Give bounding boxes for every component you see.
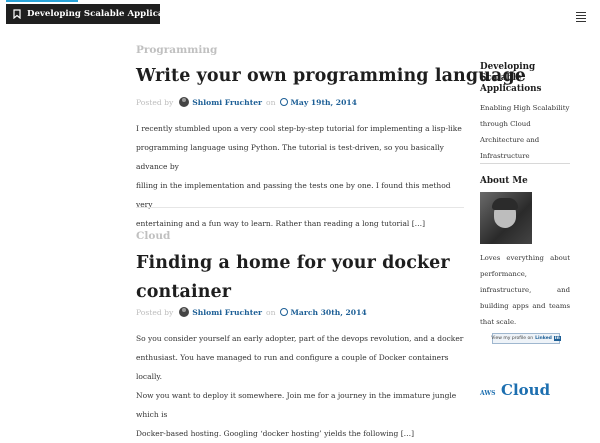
excerpt-line: enthusiast. You have managed to run and … [136,353,449,381]
tagline-line: Enabling High Scalability [480,104,570,112]
post-category[interactable]: Cloud [136,230,170,242]
tag-link[interactable]: AWS [480,390,495,397]
linkedin-badge-text: View my profile on [491,336,534,341]
sidebar-title-line[interactable]: Developing [480,62,542,73]
post-title[interactable]: Write your own programming language [136,62,526,91]
linkedin-brand: Linked [535,336,552,341]
on-label: on [266,97,276,107]
sidebar-divider [480,163,570,164]
tagline-line: Infrastructure [480,152,530,160]
excerpt-line: entertaining and a fun way to learn. Rat… [136,219,426,228]
post-date[interactable]: March 30th, 2014 [291,308,367,317]
post-meta: Posted by Shlomi Fruchter on March 30th,… [136,307,367,317]
about-line: building apps and teams [480,302,570,310]
linkedin-in-icon: in [553,336,561,341]
post-excerpt: I recently stumbled upon a very cool ste… [136,119,466,233]
tag-cloud: AWS Cloud [480,380,550,399]
excerpt-line: Docker-based hosting. Googling ‘docker h… [136,429,415,438]
post-title-line[interactable]: container [136,278,450,307]
post-divider [136,207,464,208]
post-meta: Posted by Shlomi Fruchter on May 19th, 2… [136,97,357,107]
excerpt-line: So you consider yourself an early adopte… [136,334,464,343]
post-date[interactable]: May 19th, 2014 [291,98,357,107]
accent-line [6,0,78,2]
tag-link[interactable]: Cloud [501,381,550,399]
tagline-line: through Cloud [480,120,531,128]
clock-icon [279,98,288,106]
excerpt-line: Now you want to deploy it somewhere. Joi… [136,391,457,419]
on-label: on [266,307,276,317]
author-link[interactable]: Shlomi Fruchter [192,98,262,107]
bookmark-icon [13,9,21,20]
linkedin-profile-badge[interactable]: View my profile on Linked in [491,333,561,344]
post-title[interactable]: Finding a home for your docker container [136,249,450,307]
about-line: that scale. [480,318,517,326]
sidebar-blog-title[interactable]: Developing Scalable Applications [480,62,542,95]
hamburger-menu-icon[interactable] [576,12,586,22]
about-line: Loves everything about [480,254,570,262]
author-avatar [179,97,190,107]
about-title: About Me [480,176,528,186]
post-category[interactable]: Programming [136,44,217,56]
site-title-bar[interactable]: Developing Scalable Applications [6,0,188,24]
sidebar-title-line[interactable]: Scalable [480,73,542,84]
about-text: Loves everything about performance, infr… [480,250,570,330]
posted-by-label: Posted by [136,97,174,107]
about-line: performance, [480,270,527,278]
posted-by-label: Posted by [136,307,174,317]
sidebar-tagline: Enabling High Scalability through Cloud … [480,100,570,164]
about-line: infrastructure, and [480,286,570,294]
clock-icon [279,308,288,316]
excerpt-line: programming language using Python. The t… [136,143,444,171]
author-avatar [179,307,190,317]
site-title[interactable]: Developing Scalable Applications [27,9,188,19]
post-title-line[interactable]: Finding a home for your docker [136,249,450,278]
post-excerpt: So you consider yourself an early adopte… [136,329,466,443]
profile-photo [480,192,532,244]
sidebar-title-line[interactable]: Applications [480,84,542,95]
excerpt-line: I recently stumbled upon a very cool ste… [136,124,462,133]
author-link[interactable]: Shlomi Fruchter [192,308,262,317]
excerpt-line: filling in the implementation and passin… [136,181,451,209]
tagline-line: Architecture and [480,136,540,144]
